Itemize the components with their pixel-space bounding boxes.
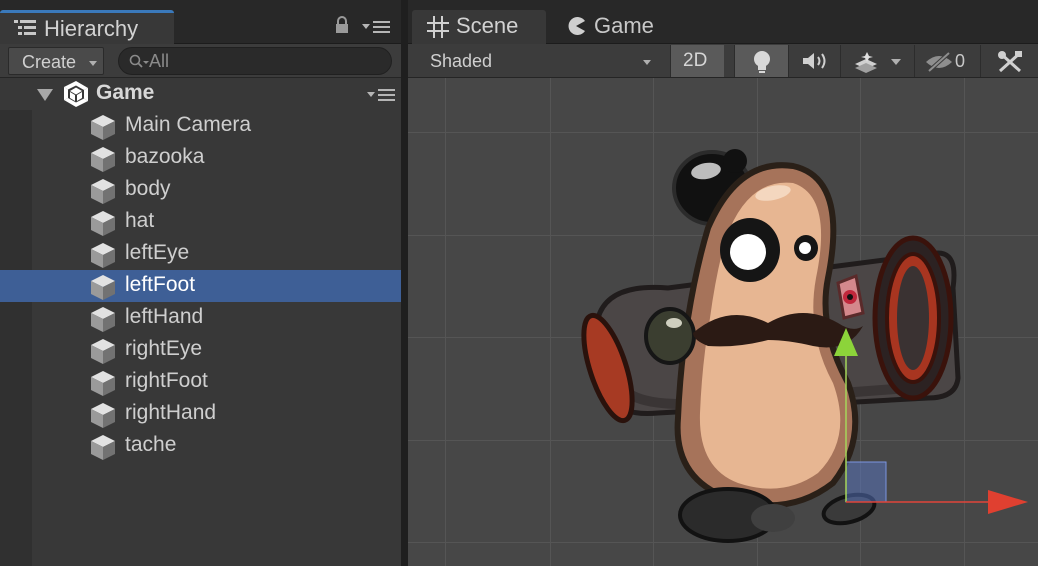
lighting-toggle-button[interactable] bbox=[734, 45, 788, 77]
panel-menu-icon[interactable] bbox=[362, 20, 390, 34]
list-item-tache[interactable]: tache bbox=[0, 430, 401, 462]
toggle-2d-label: 2D bbox=[683, 50, 708, 71]
hidden-objects-count: 0 bbox=[955, 51, 966, 71]
gameobject-cube-icon bbox=[91, 115, 115, 140]
scene-menu-icon[interactable] bbox=[367, 88, 395, 102]
effects-dropdown-button[interactable] bbox=[840, 45, 912, 77]
gameobject-cube-icon bbox=[91, 211, 115, 236]
list-item-label: rightFoot bbox=[125, 369, 208, 392]
tab-hierarchy[interactable]: Hierarchy bbox=[0, 10, 174, 44]
dropdown-arrow-icon bbox=[643, 60, 651, 65]
list-item-bazooka[interactable]: bazooka bbox=[0, 142, 401, 174]
gameobject-cube-icon bbox=[91, 403, 115, 428]
search-field[interactable] bbox=[118, 47, 392, 75]
list-item-label: bazooka bbox=[125, 145, 205, 168]
scene-panel: Scene Game Shaded 2D 0 bbox=[408, 0, 1038, 566]
gameobject-cube-icon bbox=[91, 179, 115, 204]
list-item-hat[interactable]: hat bbox=[0, 206, 401, 238]
create-dropdown-button[interactable]: Create bbox=[8, 47, 104, 75]
gameobject-cube-icon bbox=[91, 371, 115, 396]
scene-toolbar: Shaded 2D 0 bbox=[408, 44, 1038, 78]
left-hand-sprite bbox=[644, 307, 696, 365]
tab-scene-label: Scene bbox=[456, 13, 519, 38]
list-item-label: leftFoot bbox=[125, 273, 196, 296]
dropdown-arrow-icon bbox=[891, 59, 901, 65]
hierarchy-toolbar: Create bbox=[0, 44, 401, 78]
list-item-right-hand[interactable]: rightHand bbox=[0, 398, 401, 430]
shading-mode-label: Shaded bbox=[430, 51, 493, 71]
hierarchy-panel: Hierarchy Create All Game Main Camera ba… bbox=[0, 0, 401, 566]
list-item-label: rightEye bbox=[125, 337, 203, 360]
list-item-left-eye[interactable]: leftEye bbox=[0, 238, 401, 270]
gameobject-cube-icon bbox=[91, 275, 115, 300]
gameobject-cube-icon bbox=[91, 243, 115, 268]
list-item-left-foot[interactable]: leftFoot bbox=[0, 270, 401, 302]
panel-splitter[interactable] bbox=[401, 0, 408, 566]
list-item-body[interactable]: body bbox=[0, 174, 401, 206]
unity-logo-icon bbox=[64, 81, 88, 107]
list-item-label: body bbox=[125, 177, 171, 200]
hierarchy-tree: Game Main Camera bazooka body hat leftEy… bbox=[0, 78, 401, 566]
eye-hidden-icon bbox=[926, 52, 952, 72]
tab-hierarchy-label: Hierarchy bbox=[44, 16, 139, 41]
gizmos-toggle-button[interactable] bbox=[980, 45, 1038, 77]
scene-grid-icon bbox=[427, 16, 449, 38]
lock-icon[interactable] bbox=[334, 16, 350, 34]
scene-viewport[interactable] bbox=[408, 78, 1038, 566]
list-item-left-hand[interactable]: leftHand bbox=[0, 302, 401, 334]
left-eye-sprite bbox=[720, 218, 780, 282]
scene-visibility-button[interactable]: 0 bbox=[914, 45, 976, 77]
search-icon[interactable] bbox=[129, 54, 149, 70]
tab-game[interactable]: Game bbox=[554, 10, 684, 44]
list-item-label: hat bbox=[125, 209, 155, 232]
list-item-label: tache bbox=[125, 433, 177, 456]
scene-tab-bar: Scene Game bbox=[408, 0, 1038, 44]
audio-toggle-button[interactable] bbox=[788, 45, 840, 77]
gameobject-cube-icon bbox=[91, 435, 115, 460]
gameobject-cube-icon bbox=[91, 147, 115, 172]
search-input[interactable] bbox=[149, 50, 379, 72]
hierarchy-list-icon bbox=[14, 20, 36, 35]
tab-scene[interactable]: Scene bbox=[412, 10, 546, 44]
speaker-icon bbox=[803, 53, 826, 69]
fold-arrow-icon[interactable] bbox=[37, 89, 53, 101]
dropdown-arrow-icon bbox=[89, 61, 97, 66]
hierarchy-tab-bar: Hierarchy bbox=[0, 0, 401, 44]
effects-layers-icon bbox=[855, 52, 877, 73]
list-item-label: Main Camera bbox=[125, 113, 252, 136]
right-eye-sprite bbox=[794, 235, 818, 261]
gameobject-cube-icon bbox=[91, 339, 115, 364]
list-item-main-camera[interactable]: Main Camera bbox=[0, 110, 401, 142]
tab-game-label: Game bbox=[594, 13, 654, 38]
toggle-2d-button[interactable]: 2D bbox=[670, 45, 724, 77]
shading-mode-dropdown[interactable]: Shaded bbox=[418, 46, 662, 76]
lightbulb-icon bbox=[754, 51, 770, 73]
list-item-right-foot[interactable]: rightFoot bbox=[0, 366, 401, 398]
character-sprite[interactable] bbox=[408, 78, 1038, 566]
tools-icon bbox=[998, 51, 1022, 73]
list-item-label: leftEye bbox=[125, 241, 190, 264]
pacman-icon bbox=[568, 17, 585, 35]
scene-root-label: Game bbox=[96, 81, 155, 104]
list-item-label: rightHand bbox=[125, 401, 217, 424]
list-item-label: leftHand bbox=[125, 305, 204, 328]
create-button-label: Create bbox=[22, 52, 77, 72]
list-item-right-eye[interactable]: rightEye bbox=[0, 334, 401, 366]
scene-root-row[interactable]: Game bbox=[0, 78, 401, 110]
gameobject-cube-icon bbox=[91, 307, 115, 332]
